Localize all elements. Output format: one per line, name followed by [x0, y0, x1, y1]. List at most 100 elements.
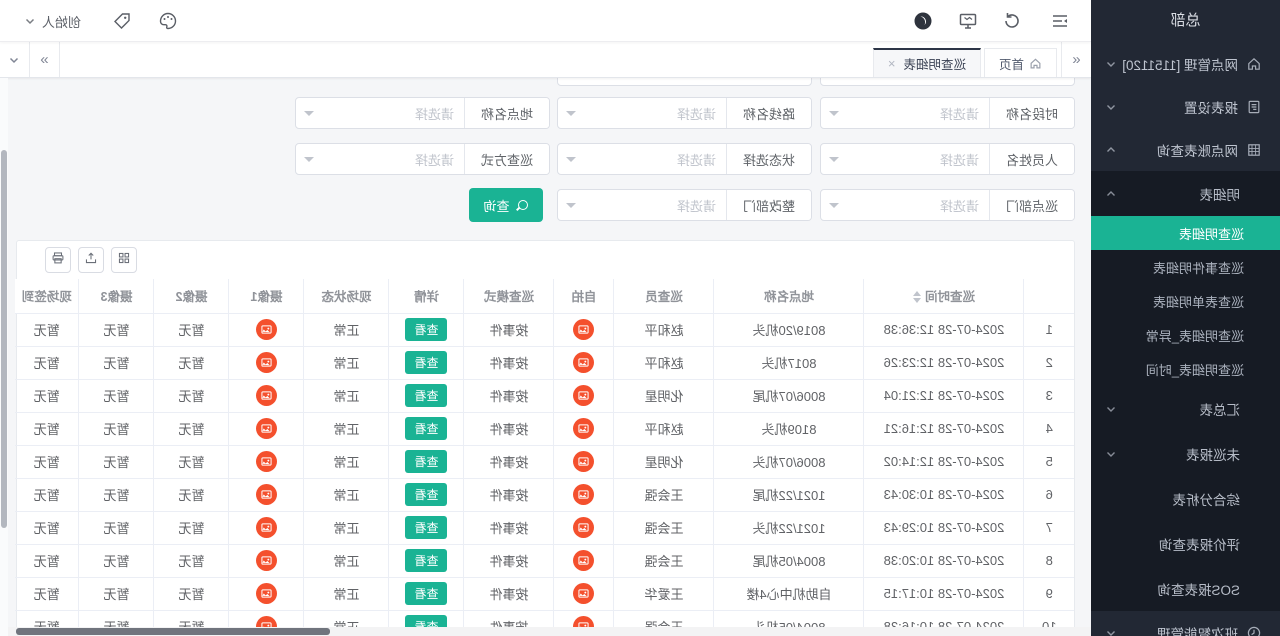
column-label: 巡查员 [645, 290, 683, 304]
cell-cam3: 暂无 [79, 445, 154, 478]
sidebar-item-网点管理 [1151120][interactable]: 网点管理 [1151120] [1091, 42, 1280, 85]
select-input[interactable]: 请选择 [821, 144, 989, 174]
tabs-dropdown-button[interactable] [0, 42, 30, 77]
sidebar-item-报表设置[interactable]: 报表设置 [1091, 85, 1280, 128]
view-detail-button[interactable]: 查看 [406, 318, 448, 341]
sidebar-item-明细表[interactable]: 明细表 [1091, 171, 1280, 216]
printer-button[interactable] [45, 247, 71, 273]
cell-location: 1021/22机尾 [714, 478, 864, 511]
cell-status: 正常 [304, 313, 389, 346]
photo-thumbnail[interactable] [574, 451, 595, 472]
form-field-clipped[interactable] [557, 78, 812, 86]
export-button[interactable] [78, 247, 104, 273]
cell-mode: 按事件 [464, 313, 554, 346]
cell-status: 正常 [304, 577, 389, 610]
select-input[interactable]: 请选择 [558, 190, 726, 220]
photo-thumbnail[interactable] [574, 385, 595, 406]
photo-thumbnail[interactable] [574, 484, 595, 505]
photo-thumbnail[interactable] [256, 583, 277, 604]
cell-cam2: 暂无 [154, 346, 229, 379]
sidebar-item-班次智能管理[interactable]: 班次智能管理 [1091, 611, 1280, 636]
sidebar-item-巡查明细表[interactable]: 巡查明细表 [1091, 216, 1280, 250]
form-field-时段名称: 时段名称请选择 [820, 97, 1075, 129]
photo-thumbnail[interactable] [256, 352, 277, 373]
sort-icon[interactable] [913, 291, 921, 303]
tab-首页[interactable]: 首页 [984, 48, 1057, 77]
search-button[interactable]: 查询 [469, 188, 543, 222]
sidebar-item-未巡报表[interactable]: 未巡报表 [1091, 431, 1280, 476]
cell-status: 正常 [304, 379, 389, 412]
close-icon[interactable]: × [888, 57, 896, 70]
horizontal-scrollbar[interactable] [0, 627, 1091, 636]
tab-label: 首页 [999, 54, 1024, 73]
sidebar-item-汇总表[interactable]: 汇总表 [1091, 386, 1280, 431]
tabs-scroll-left-button[interactable]: « [1061, 42, 1091, 77]
view-detail-button[interactable]: 查看 [406, 351, 448, 374]
select-input[interactable]: 请选择 [296, 144, 464, 174]
photo-thumbnail[interactable] [256, 550, 277, 571]
form-field-巡查方式: 巡查方式请选择 [295, 143, 550, 175]
select-input[interactable] [558, 78, 811, 85]
photo-thumbnail[interactable] [256, 385, 277, 406]
select-input[interactable]: 请选择 [821, 98, 989, 128]
sidebar-item-评价报表查询[interactable]: 评价报表查询 [1091, 521, 1280, 566]
view-detail-button[interactable]: 查看 [406, 549, 448, 572]
cell-cam2: 暂无 [154, 445, 229, 478]
column-header-cam2: 摄像2 [154, 279, 229, 313]
view-detail-button[interactable]: 查看 [406, 417, 448, 440]
user-menu[interactable]: 创始人 [24, 0, 81, 42]
cell-cam2: 暂无 [154, 577, 229, 610]
photo-thumbnail[interactable] [574, 550, 595, 571]
chevron-down-icon [24, 15, 36, 27]
cell-cam2: 暂无 [154, 412, 229, 445]
table-row: 42024-07-28 12:16:218109机头赵和平按事件查看正常暂无暂无… [15, 412, 1074, 445]
column-label: 摄像1 [251, 290, 283, 304]
column-label: 自拍 [572, 290, 597, 304]
cell-cam2: 暂无 [154, 544, 229, 577]
view-detail-button[interactable]: 查看 [406, 384, 448, 407]
sidebar-item-综合分析表[interactable]: 综合分析表 [1091, 476, 1280, 521]
select-input[interactable] [821, 78, 1074, 85]
view-detail-button[interactable]: 查看 [406, 516, 448, 539]
photo-thumbnail[interactable] [256, 319, 277, 340]
sidebar-item-SOS报表查询[interactable]: SOS报表查询 [1091, 566, 1280, 611]
cell-index: 1 [1024, 313, 1074, 346]
cell-selfie [554, 478, 614, 511]
tag-icon[interactable] [112, 11, 132, 31]
sidebar-item-巡查表单明细表[interactable]: 巡查表单明细表 [1091, 284, 1280, 318]
columns-button[interactable] [111, 247, 137, 273]
photo-thumbnail[interactable] [256, 451, 277, 472]
select-input[interactable]: 请选择 [558, 144, 726, 174]
view-detail-button[interactable]: 查看 [406, 483, 448, 506]
view-detail-button[interactable]: 查看 [406, 450, 448, 473]
column-header-time[interactable]: 巡查时间 [864, 279, 1024, 313]
tabs-scroll-right-button[interactable]: » [30, 42, 60, 77]
photo-thumbnail[interactable] [256, 418, 277, 439]
sidebar-item-巡查明细表_时间[interactable]: 巡查明细表_时间 [1091, 352, 1280, 386]
tab-巡查明细表[interactable]: 巡查明细表× [873, 48, 981, 77]
photo-thumbnail[interactable] [256, 484, 277, 505]
view-detail-button[interactable]: 查看 [406, 582, 448, 605]
refresh-icon[interactable] [1002, 11, 1022, 31]
palette-icon[interactable] [158, 11, 178, 31]
select-input[interactable]: 请选择 [558, 98, 726, 128]
screen-icon[interactable] [958, 11, 978, 31]
dark-circle-icon[interactable] [913, 11, 933, 31]
select-input[interactable]: 请选择 [821, 190, 989, 220]
sidebar-item-巡查明细表_异常[interactable]: 巡查明细表_异常 [1091, 318, 1280, 352]
sidebar-item-巡查事件明细表[interactable]: 巡查事件明细表 [1091, 250, 1280, 284]
select-input[interactable]: 请选择 [296, 98, 464, 128]
column-label: 摄像3 [101, 290, 133, 304]
magnifier-icon [516, 199, 529, 212]
fold-icon[interactable] [1050, 11, 1070, 31]
photo-thumbnail[interactable] [574, 418, 595, 439]
photo-thumbnail[interactable] [574, 583, 595, 604]
photo-thumbnail[interactable] [574, 319, 595, 340]
photo-thumbnail[interactable] [574, 352, 595, 373]
photo-thumbnail[interactable] [256, 517, 277, 538]
photo-thumbnail[interactable] [574, 517, 595, 538]
form-field-clipped[interactable] [820, 78, 1075, 86]
vertical-scrollbar[interactable] [0, 78, 8, 636]
sidebar-item-网点账表查询[interactable]: 网点账表查询 [1091, 128, 1280, 171]
cell-status: 正常 [304, 478, 389, 511]
